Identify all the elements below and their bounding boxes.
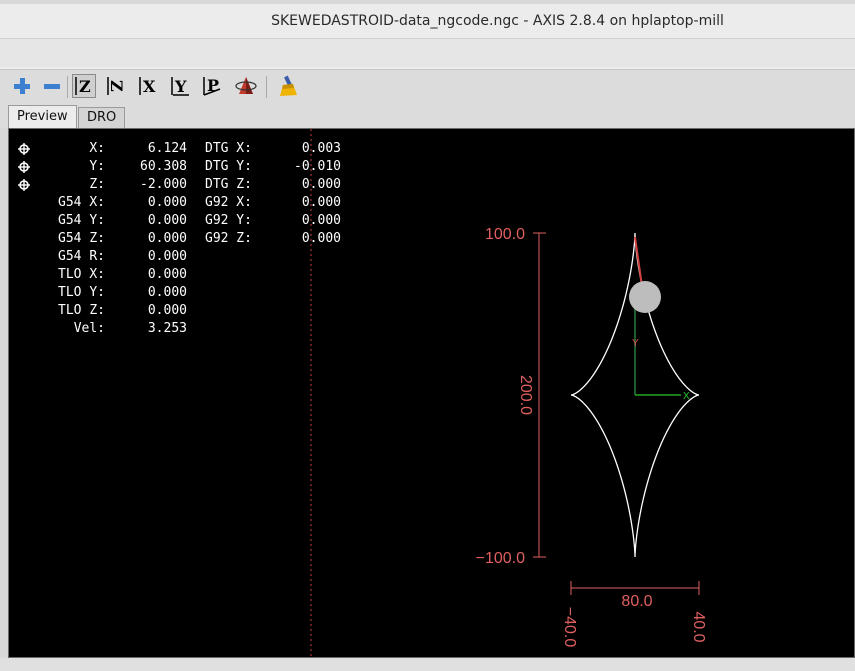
view-p-button[interactable]: P [200, 74, 224, 98]
origin-axes: X Y [632, 307, 690, 402]
x-dimension-left-label: −40.0 [561, 607, 578, 648]
view-p-icon: P [203, 76, 221, 96]
dro-dtg-label: G92 Y: [205, 213, 252, 228]
toolbar: Z Z X Y P [0, 69, 855, 104]
dro-label: G54 Y: [58, 213, 105, 228]
y-dimension-bottom-label: −100.0 [476, 550, 525, 567]
dro-value: 0.000 [147, 267, 187, 282]
toolbar-separator [67, 76, 68, 98]
dro-value: 3.253 [147, 321, 187, 336]
dro-label: G54 X: [58, 195, 105, 210]
tab-bar: Preview DRO [0, 104, 855, 128]
dro-label: TLO Y: [58, 285, 105, 300]
dro-label: Z: [89, 177, 105, 192]
minus-icon [44, 84, 60, 89]
dro-value: 0.000 [147, 285, 187, 300]
dro-value: 0.000 [147, 195, 187, 210]
view-z-rotated-button[interactable]: Z [104, 74, 128, 98]
zoom-in-button[interactable] [10, 74, 34, 98]
y-dimension: 100.0 −100.0 200.0 [476, 226, 546, 567]
dro-label: TLO X: [58, 267, 105, 282]
rotate-cone-icon [235, 77, 257, 94]
dro-dtg-label: DTG Y: [205, 159, 252, 174]
dro-label: G54 Z: [58, 231, 105, 246]
dro-value: 60.308 [140, 159, 187, 174]
dro-label: Vel: [73, 321, 105, 336]
view-z2-icon: Z [107, 77, 126, 95]
preview-canvas[interactable]: 100.0 −100.0 200.0 80.0 −40.0 40.0 X Y X… [8, 128, 855, 658]
y-axis-label: Y [632, 338, 639, 349]
dro-value: 0.000 [147, 231, 187, 246]
window-titlebar: SKEWEDASTROID-data_ngcode.ngc - AXIS 2.8… [0, 4, 855, 39]
tab-preview[interactable]: Preview [8, 105, 77, 128]
svg-text:X: X [143, 77, 156, 96]
svg-text:Z: Z [79, 77, 91, 96]
dro-value: 0.000 [147, 249, 187, 264]
x-dimension-right-label: 40.0 [690, 611, 707, 642]
svg-text:Y: Y [174, 77, 187, 96]
dro-dtg-value: 0.000 [301, 195, 341, 210]
y-dimension-top-label: 100.0 [485, 226, 525, 243]
left-gutter [0, 128, 8, 671]
tool-trail [634, 236, 643, 287]
tool-cursor [629, 281, 661, 313]
rotate-view-button[interactable] [234, 74, 258, 98]
dro-value: 0.000 [147, 303, 187, 318]
broom-icon [280, 75, 297, 96]
dro-dtg-label: G92 X: [205, 195, 252, 210]
dro-label: TLO Z: [58, 303, 105, 318]
dro-dtg-value: -0.010 [294, 159, 341, 174]
dro-dtg-label: DTG X: [205, 141, 252, 156]
view-z-button[interactable]: Z [72, 74, 96, 98]
view-x-button[interactable]: X [136, 74, 160, 98]
dro-label: Y: [89, 159, 105, 174]
dro-value: 6.124 [147, 141, 187, 156]
view-x-icon: X [139, 77, 156, 96]
x-dimension-span-label: 80.0 [621, 593, 652, 610]
view-y-icon: Y [171, 77, 189, 96]
dro-label: X: [89, 141, 105, 156]
view-y-button[interactable]: Y [168, 74, 192, 98]
dro-dtg-value: 0.000 [301, 177, 341, 192]
tab-dro[interactable]: DRO [78, 107, 126, 128]
dro-value: -2.000 [140, 177, 187, 192]
menu-bar [0, 39, 855, 67]
bottom-bar [0, 658, 855, 671]
toolbar-separator [266, 76, 267, 98]
dro-dtg-label: G92 Z: [205, 231, 252, 246]
y-dimension-span-label: 200.0 [517, 375, 534, 415]
plus-icon [14, 78, 30, 94]
view-z-icon: Z [75, 77, 91, 96]
dro-label: G54 R: [58, 249, 105, 264]
dro-dtg-value: 0.000 [301, 231, 341, 246]
dro-dtg-label: DTG Z: [205, 177, 252, 192]
dro-dtg-value: 0.003 [301, 141, 341, 156]
dro-value: 0.000 [147, 213, 187, 228]
clear-plot-button[interactable] [276, 74, 300, 98]
zoom-out-button[interactable] [40, 74, 64, 98]
x-axis-label: X [683, 391, 690, 402]
window-title: SKEWEDASTROID-data_ngcode.ngc - AXIS 2.8… [271, 13, 724, 29]
x-dimension: 80.0 −40.0 40.0 [561, 581, 707, 647]
dro-dtg-value: 0.000 [301, 213, 341, 228]
svg-text:Z: Z [107, 80, 126, 92]
